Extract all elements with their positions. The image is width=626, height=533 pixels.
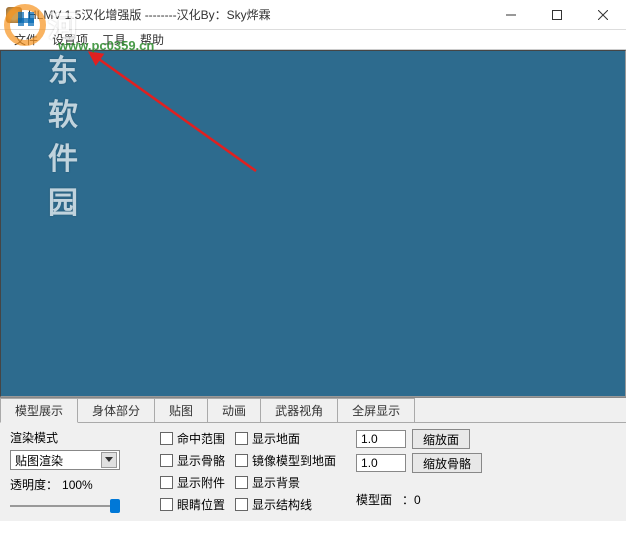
checkbox-show-wireframe[interactable]	[235, 498, 248, 511]
titlebar: HLMV 1.5汉化增强版 --------汉化By：Sky烨霖	[0, 0, 626, 30]
tab-model-display[interactable]: 模型展示	[0, 398, 78, 423]
checkbox-show-ground[interactable]	[235, 432, 248, 445]
menu-help[interactable]: 帮助	[134, 29, 170, 50]
opacity-value: 100%	[62, 478, 93, 492]
model-face-value: ：0	[402, 491, 421, 508]
tab-texture[interactable]: 贴图	[154, 398, 208, 422]
annotation-arrow-icon	[86, 51, 266, 181]
slider-thumb[interactable]	[110, 499, 120, 513]
opacity-slider[interactable]	[10, 497, 120, 515]
tab-row: 模型展示 身体部分 贴图 动画 武器视角 全屏显示	[0, 398, 626, 423]
render-mode-select[interactable]: 贴图渲染	[10, 450, 120, 470]
label-hit-range: 命中范围	[177, 430, 225, 447]
checkbox-show-skeleton[interactable]	[160, 454, 173, 467]
checkbox-show-attach[interactable]	[160, 476, 173, 489]
checkbox-eye-pos[interactable]	[160, 498, 173, 511]
chevron-down-icon	[101, 452, 117, 468]
tab-content: 渲染模式 贴图渲染 透明度： 100% 命中范围 显示骨骼 显示附件 眼睛位置	[0, 423, 626, 521]
tab-weapon-view[interactable]: 武器视角	[260, 398, 338, 422]
label-show-attach: 显示附件	[177, 474, 225, 491]
label-eye-pos: 眼睛位置	[177, 496, 225, 513]
render-mode-value: 贴图渲染	[15, 452, 63, 469]
bottom-panel: 模型展示 身体部分 贴图 动画 武器视角 全屏显示 渲染模式 贴图渲染 透明度：…	[0, 397, 626, 521]
label-mirror-ground: 镜像模型到地面	[252, 452, 336, 469]
close-button[interactable]	[580, 0, 626, 29]
label-show-skeleton: 显示骨骼	[177, 452, 225, 469]
label-show-wireframe: 显示结构线	[252, 496, 312, 513]
menu-file[interactable]: 文件	[8, 29, 44, 50]
tab-fullscreen[interactable]: 全屏显示	[337, 398, 415, 422]
model-viewport[interactable]	[0, 50, 626, 397]
minimize-button[interactable]	[488, 0, 534, 29]
tab-body-parts[interactable]: 身体部分	[77, 398, 155, 422]
render-mode-label: 渲染模式	[10, 429, 150, 446]
checkbox-show-bg[interactable]	[235, 476, 248, 489]
scale-face-input[interactable]: 1.0	[356, 430, 406, 448]
opacity-label: 透明度：	[10, 476, 58, 493]
checkbox-mirror-ground[interactable]	[235, 454, 248, 467]
scale-bone-input[interactable]: 1.0	[356, 454, 406, 472]
app-icon	[6, 7, 22, 23]
checkbox-hit-range[interactable]	[160, 432, 173, 445]
window-title: HLMV 1.5汉化增强版 --------汉化By：Sky烨霖	[28, 6, 488, 23]
menu-tools[interactable]: 工具	[96, 29, 132, 50]
label-show-bg: 显示背景	[252, 474, 300, 491]
maximize-button[interactable]	[534, 0, 580, 29]
scale-bone-button[interactable]: 缩放骨骼	[412, 453, 482, 473]
menu-options[interactable]: 设置项	[46, 29, 94, 50]
label-show-ground: 显示地面	[252, 430, 300, 447]
model-face-label: 模型面	[356, 491, 392, 508]
menubar: 文件 设置项 工具 帮助	[0, 30, 626, 50]
tab-animation[interactable]: 动画	[207, 398, 261, 422]
scale-face-button[interactable]: 缩放面	[412, 429, 470, 449]
